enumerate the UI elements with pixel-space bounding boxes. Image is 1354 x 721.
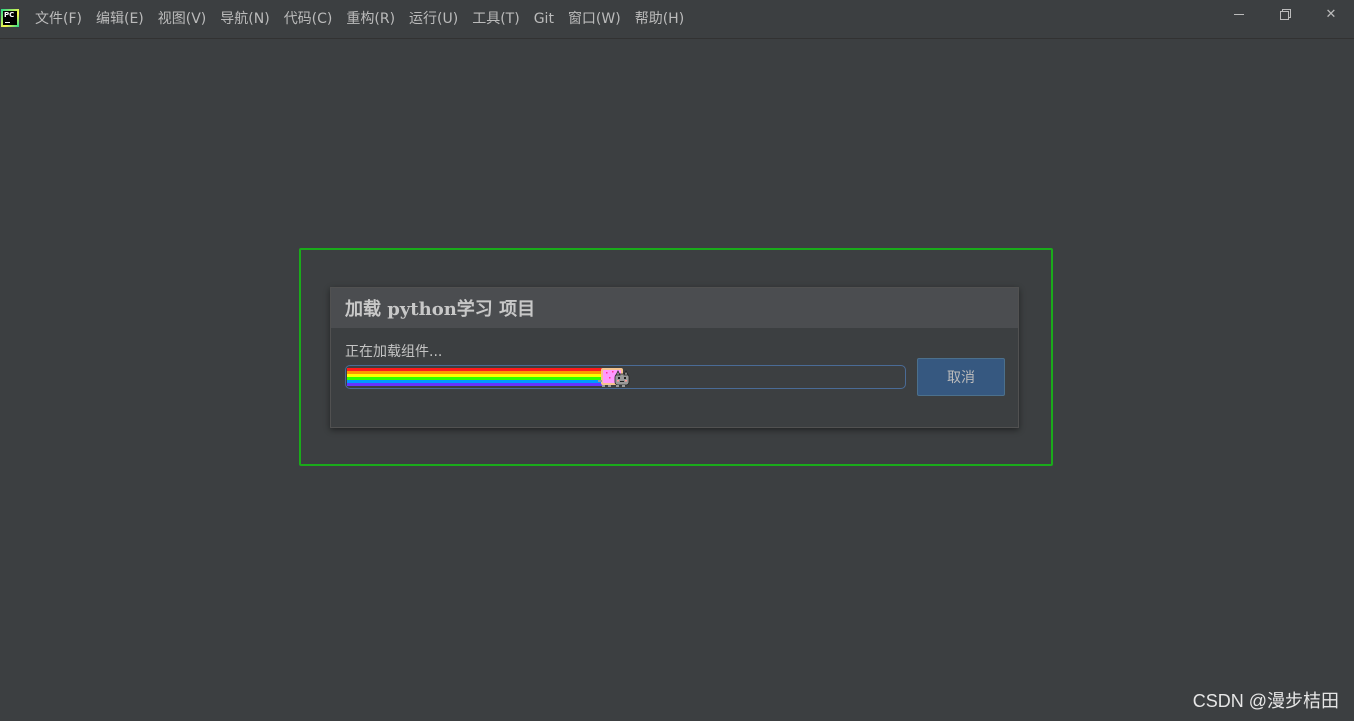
logo-text: PC [4,11,15,19]
menu-navigate[interactable]: 导航(N) [213,0,276,38]
close-button[interactable]: ✕ [1308,0,1354,28]
dialog-header: 加载 python学习 项目 [331,288,1018,328]
watermark: CSDN @漫步桔田 [1192,691,1339,711]
menu-window[interactable]: 窗口(W) [561,0,628,38]
loading-dialog: 加载 python学习 项目 正在加载组件... 取消 [330,287,1019,428]
menu-file[interactable]: 文件(F) [28,0,89,38]
dialog-title: 加载 python学习 项目 [345,299,536,320]
progress-bar [345,365,906,389]
cancel-button[interactable]: 取消 [917,358,1005,396]
menu-run[interactable]: 运行(U) [402,0,465,38]
minimize-button[interactable] [1216,0,1262,28]
status-text: 正在加载组件... [345,344,443,360]
menu-edit[interactable]: 编辑(E) [89,0,151,38]
restore-button[interactable] [1262,0,1308,28]
restore-icon [1280,9,1291,20]
menu-refactor[interactable]: 重构(R) [339,0,402,38]
nyan-cat-icon [598,368,630,387]
menu-code[interactable]: 代码(C) [277,0,340,38]
pycharm-icon[interactable]: PC [1,9,19,27]
minimize-icon [1234,13,1244,15]
title-bar: PC 文件(F) 编辑(E) 视图(V) 导航(N) 代码(C) 重构(R) 运… [0,0,1354,39]
menu-tools[interactable]: 工具(T) [465,0,526,38]
menu-git[interactable]: Git [527,0,561,38]
window-controls: ✕ [1216,0,1354,28]
close-icon: ✕ [1325,6,1337,22]
menu-bar: 文件(F) 编辑(E) 视图(V) 导航(N) 代码(C) 重构(R) 运行(U… [28,0,691,38]
progress-fill [347,368,603,386]
menu-view[interactable]: 视图(V) [151,0,214,38]
menu-help[interactable]: 帮助(H) [628,0,691,38]
